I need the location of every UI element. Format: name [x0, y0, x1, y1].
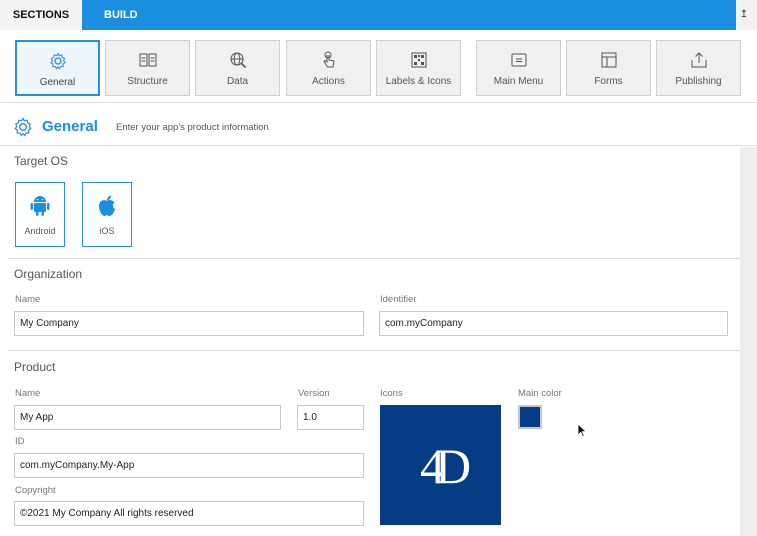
section-button-labels-icons[interactable]: Labels & Icons	[376, 40, 461, 96]
vertical-scrollbar[interactable]	[740, 147, 757, 536]
section-button-data[interactable]: Data	[195, 40, 280, 96]
app-logo-image: 4D	[419, 438, 471, 494]
upload-icon	[691, 52, 706, 68]
qr-grid-icon	[411, 52, 426, 68]
android-icon	[30, 196, 50, 216]
page-subtitle: Enter your app's product information	[116, 122, 269, 133]
main-color-label: Main color	[518, 388, 562, 399]
copyright-field[interactable]: ©2021 My Company All rights reserved	[14, 501, 364, 526]
section-button-structure[interactable]: Structure	[105, 40, 190, 96]
export-icon[interactable]: ↥	[738, 8, 750, 22]
gear-icon	[14, 117, 32, 137]
org-identifier-label: Identifier	[380, 294, 417, 305]
divider	[8, 350, 740, 351]
menu-icon	[511, 53, 526, 67]
section-label: Data	[226, 76, 249, 87]
ios-button[interactable]: iOS	[82, 182, 132, 247]
product-id-field[interactable]: com.myCompany.My-App	[14, 453, 364, 478]
main-color-swatch[interactable]	[518, 405, 542, 429]
app-icon-picker[interactable]: 4D	[380, 405, 501, 525]
section-label: Main Menu	[493, 76, 544, 87]
section-header: General Enter your app's product informa…	[0, 108, 757, 146]
org-name-field[interactable]: My Company	[14, 311, 364, 336]
product-name-field[interactable]: My App	[14, 405, 281, 430]
form-icon	[601, 52, 616, 68]
version-label: Version	[298, 388, 330, 399]
product-name-label: Name	[15, 388, 41, 399]
section-button-actions[interactable]: Actions	[286, 40, 371, 96]
section-toolbar: General Structure Data Actions Labels & …	[0, 30, 757, 103]
target-os-title: Target OS	[14, 154, 69, 168]
org-identifier-field[interactable]: com.myCompany	[379, 311, 728, 336]
copyright-label: Copyright	[15, 485, 56, 496]
section-label: Structure	[127, 76, 168, 87]
database-icon	[229, 52, 246, 69]
section-label: Actions	[312, 76, 345, 87]
top-tab-bar: SECTIONS BUILD ↥	[0, 0, 757, 30]
page-title: General	[42, 118, 98, 135]
apple-icon	[99, 195, 115, 216]
android-button[interactable]: Android	[15, 182, 65, 247]
tab-sections[interactable]: SECTIONS	[0, 0, 82, 30]
divider	[8, 258, 740, 259]
gear-icon	[49, 52, 66, 70]
section-button-forms[interactable]: Forms	[566, 40, 651, 96]
android-label: Android	[24, 226, 56, 236]
section-label: Labels & Icons	[385, 76, 452, 87]
section-label: Forms	[594, 76, 623, 87]
structure-icon	[139, 53, 156, 67]
icons-label: Icons	[380, 388, 403, 399]
hand-pointer-icon	[322, 51, 335, 68]
content-panel: Target OS Android iOS Organization Name …	[0, 147, 740, 536]
product-title: Product	[14, 360, 56, 374]
org-name-label: Name	[15, 294, 41, 305]
section-label: Publishing	[675, 76, 722, 87]
section-label: General	[39, 77, 76, 88]
ios-label: iOS	[99, 226, 115, 236]
section-button-main-menu[interactable]: Main Menu	[476, 40, 561, 96]
product-id-label: ID	[15, 436, 25, 447]
tab-build[interactable]: BUILD	[82, 0, 736, 30]
mouse-cursor-icon	[577, 423, 587, 437]
section-button-publishing[interactable]: Publishing	[656, 40, 741, 96]
section-button-general[interactable]: General	[15, 40, 100, 96]
version-field[interactable]: 1.0	[297, 405, 364, 430]
organization-title: Organization	[14, 267, 83, 281]
